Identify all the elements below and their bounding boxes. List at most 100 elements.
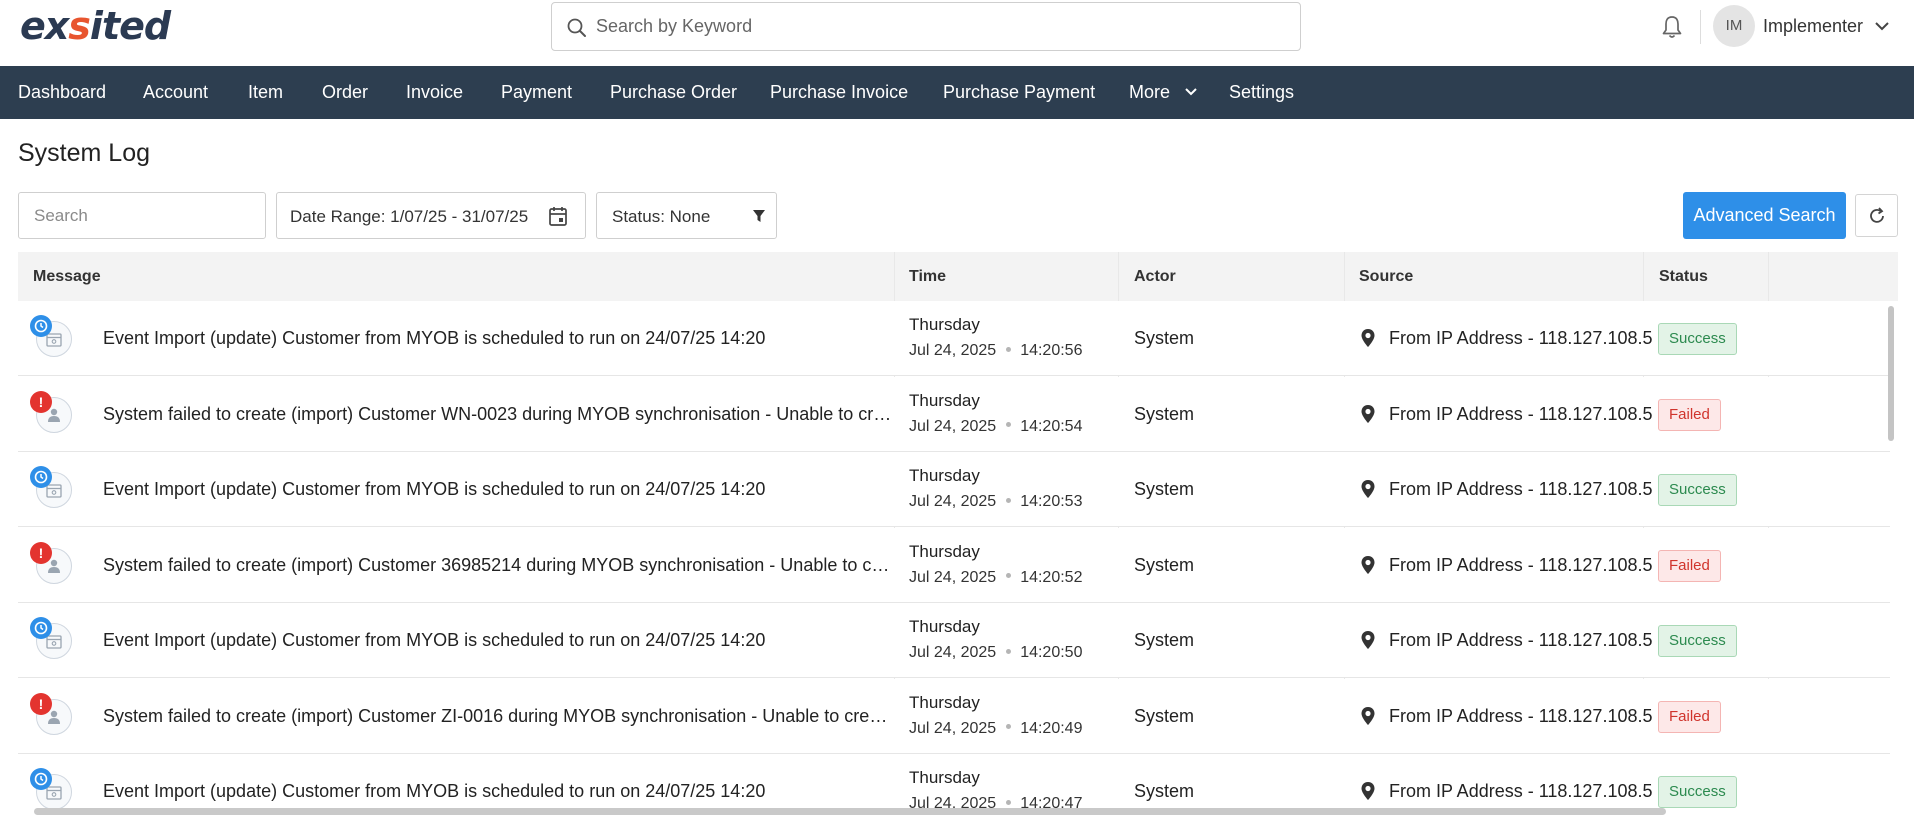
log-type-icon — [30, 768, 74, 812]
clock-badge-icon — [30, 466, 52, 488]
clock-badge-icon — [30, 617, 52, 639]
status-badge: Success — [1658, 474, 1737, 506]
log-datetime: Jul 24, 2025 14:20:53 — [909, 493, 1082, 511]
log-source: From IP Address - 118.127.108.5 — [1389, 328, 1653, 348]
date-range-picker[interactable]: Date Range: 1/07/25 - 31/07/25 — [276, 192, 586, 239]
log-actor: System — [1134, 630, 1195, 650]
nav-item-order[interactable]: Order — [322, 66, 368, 119]
log-date: Jul 24, 2025 — [909, 644, 997, 661]
log-message[interactable]: System failed to create (import) Custome… — [103, 555, 893, 576]
nav-item-settings[interactable]: Settings — [1229, 66, 1294, 119]
log-type-icon — [30, 617, 74, 661]
alert-badge-icon: ! — [30, 390, 52, 413]
table-row[interactable]: ! System failed to create (import) Custom… — [18, 527, 1890, 603]
log-date: Jul 24, 2025 — [909, 417, 997, 435]
calendar-icon[interactable] — [548, 205, 568, 227]
separator-dot — [1006, 573, 1012, 579]
location-pin-icon — [1361, 706, 1375, 725]
log-message[interactable]: Event Import (update) Customer from MYOB… — [103, 328, 893, 349]
global-search-input[interactable] — [596, 3, 1286, 50]
log-actor: System — [1134, 781, 1195, 801]
log-search-input[interactable] — [19, 193, 265, 238]
column-header-message[interactable]: Message — [33, 252, 101, 301]
date-range-label: Date Range: 1/07/25 - 31/07/25 — [290, 207, 529, 226]
log-date: Jul 24, 2025 — [909, 493, 997, 510]
refresh-icon — [1870, 207, 1884, 223]
log-type-icon — [30, 315, 74, 359]
status-badge: Failed — [1658, 549, 1721, 582]
nav-item-purchase-invoice[interactable]: Purchase Invoice — [770, 66, 908, 119]
nav-item-invoice[interactable]: Invoice — [406, 66, 463, 119]
log-message[interactable]: System failed to create (import) Custome… — [103, 706, 893, 727]
avatar[interactable]: IM — [1713, 5, 1755, 47]
nav-item-more[interactable]: More — [1129, 66, 1170, 119]
bell-icon[interactable] — [1660, 14, 1684, 40]
location-pin-icon — [1361, 782, 1375, 800]
column-header-actor[interactable]: Actor — [1134, 252, 1176, 301]
global-search[interactable] — [551, 2, 1301, 51]
user-name[interactable]: Implementer — [1763, 16, 1863, 37]
exsited-logo[interactable]: exsited — [20, 4, 171, 48]
filter-icon — [753, 210, 765, 222]
vertical-scrollbar[interactable] — [1888, 306, 1894, 441]
log-day: Thursday — [909, 390, 980, 410]
column-header-source[interactable]: Source — [1359, 252, 1413, 301]
log-day: Thursday — [909, 617, 980, 636]
location-pin-icon — [1361, 631, 1375, 649]
location-pin-icon — [1361, 555, 1375, 574]
clock-badge-icon — [30, 768, 52, 790]
log-search[interactable] — [18, 192, 266, 239]
status-filter[interactable]: Status: None — [596, 192, 777, 239]
alert-badge-icon: ! — [30, 541, 52, 564]
log-message[interactable]: Event Import (update) Customer from MYOB… — [103, 630, 893, 651]
separator-dot — [1006, 497, 1012, 503]
log-time: 14:20:49 — [1020, 719, 1083, 737]
log-message[interactable]: Event Import (update) Customer from MYOB… — [103, 479, 893, 500]
log-time: 14:20:50 — [1020, 644, 1083, 661]
separator-dot — [1006, 422, 1012, 428]
status-badge: Success — [1658, 625, 1737, 657]
log-actor: System — [1134, 403, 1195, 424]
nav-item-payment[interactable]: Payment — [501, 66, 572, 119]
status-badge: Failed — [1658, 398, 1721, 431]
logo-text-accent: s — [68, 4, 91, 48]
header-divider — [1700, 10, 1701, 44]
refresh-button[interactable] — [1855, 194, 1898, 237]
nav-item-purchase-payment[interactable]: Purchase Payment — [943, 66, 1095, 119]
log-source: From IP Address - 118.127.108.5 — [1389, 479, 1653, 499]
log-datetime: Jul 24, 2025 14:20:50 — [909, 644, 1082, 662]
column-header-time[interactable]: Time — [909, 252, 946, 301]
table-row[interactable]: Event Import (update) Customer from MYOB… — [18, 603, 1890, 678]
horizontal-scrollbar[interactable] — [34, 808, 1666, 815]
status-badge: Success — [1658, 776, 1737, 808]
table-header: Message Time Actor Source Status — [18, 252, 1898, 301]
log-message[interactable]: System failed to create (import) Custome… — [103, 404, 893, 425]
separator-dot — [1006, 346, 1012, 352]
log-source: From IP Address - 118.127.108.5 — [1389, 705, 1653, 726]
log-actor: System — [1134, 479, 1195, 499]
nav-item-account[interactable]: Account — [143, 66, 208, 119]
separator-dot — [1006, 799, 1012, 805]
log-datetime: Jul 24, 2025 14:20:56 — [909, 342, 1082, 360]
log-actor: System — [1134, 554, 1195, 575]
table-row[interactable]: Event Import (update) Customer from MYOB… — [18, 301, 1890, 376]
log-type-icon: ! — [30, 390, 74, 435]
log-message[interactable]: Event Import (update) Customer from MYOB… — [103, 781, 893, 802]
nav-item-dashboard[interactable]: Dashboard — [18, 66, 106, 119]
chevron-down-icon[interactable] — [1874, 20, 1890, 32]
chevron-down-icon[interactable] — [1184, 87, 1198, 97]
advanced-search-button[interactable]: Advanced Search — [1683, 192, 1846, 239]
nav-item-purchase-order[interactable]: Purchase Order — [610, 66, 737, 119]
column-header-status[interactable]: Status — [1659, 252, 1708, 301]
table-row[interactable]: Event Import (update) Customer from MYOB… — [18, 452, 1890, 527]
separator-dot — [1006, 724, 1012, 730]
table-row[interactable]: ! System failed to create (import) Custom… — [18, 678, 1890, 754]
nav-item-item[interactable]: Item — [248, 66, 283, 119]
log-source: From IP Address - 118.127.108.5 — [1389, 554, 1653, 575]
log-type-icon: ! — [30, 692, 74, 737]
log-datetime: Jul 24, 2025 14:20:52 — [909, 569, 1082, 587]
table-row[interactable]: ! System failed to create (import) Custom… — [18, 376, 1890, 452]
main-nav: Dashboard Account Item Order Invoice Pay… — [0, 66, 1914, 119]
log-datetime: Jul 24, 2025 14:20:54 — [909, 418, 1082, 436]
log-day: Thursday — [909, 315, 980, 334]
